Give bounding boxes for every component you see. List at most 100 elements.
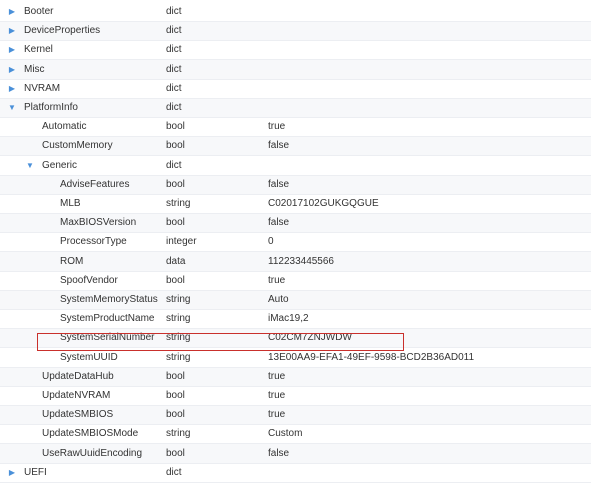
tree-row[interactable]: MLB string C02017102GUKGQGUE	[0, 194, 591, 214]
row-type: dict	[166, 82, 182, 94]
row-value[interactable]: true	[268, 117, 285, 137]
row-separator	[0, 405, 591, 406]
row-value[interactable]: false	[268, 213, 289, 233]
row-type: dict	[166, 6, 182, 17]
row-separator	[0, 366, 591, 368]
row-type: bool	[166, 390, 185, 401]
row-type: string	[166, 428, 191, 440]
row-separator	[0, 174, 591, 176]
row-type: string	[166, 294, 191, 305]
row-separator	[0, 21, 591, 22]
row-type: bool	[166, 178, 185, 190]
disclosure-collapsed-icon[interactable]: ▶	[6, 79, 18, 99]
row-value[interactable]: 112233445566	[268, 252, 334, 272]
row-type: bool	[166, 370, 185, 382]
tree-row[interactable]: UpdateDataHub bool true	[0, 366, 591, 387]
row-value[interactable]: 0	[268, 232, 274, 252]
row-type: string	[166, 351, 191, 363]
row-value[interactable]: true	[268, 367, 285, 387]
row-separator	[0, 481, 591, 483]
tree-row[interactable]: ▶ DeviceProperties dict	[0, 21, 591, 42]
row-separator	[0, 347, 591, 349]
row-type: bool	[166, 409, 185, 421]
row-separator	[0, 424, 591, 426]
row-separator	[0, 385, 591, 387]
row-key: PlatformInfo	[24, 102, 78, 113]
tree-row[interactable]: CustomMemory bool false	[0, 136, 591, 157]
tree-row[interactable]: Automatic bool true	[0, 117, 591, 138]
disclosure-expanded-icon[interactable]: ▼	[6, 98, 18, 118]
disclosure-expanded-icon[interactable]: ▼	[24, 156, 36, 176]
row-type: bool	[166, 121, 185, 133]
row-value[interactable]: 13E00AA9-EFA1-49EF-9598-BCD2B36AD011	[268, 348, 474, 368]
row-value[interactable]: true	[268, 386, 285, 406]
row-key: Kernel	[24, 44, 53, 56]
tree-row[interactable]: ▶ Misc dict	[0, 59, 591, 80]
tree-row[interactable]: SystemProductName string iMac19,2	[0, 309, 591, 330]
row-value[interactable]: true	[268, 271, 285, 291]
tree-row[interactable]: ▶ UEFI dict	[0, 463, 591, 483]
row-key: SystemUUID	[60, 351, 118, 363]
row-key: UpdateDataHub	[42, 370, 114, 382]
row-key: Generic	[42, 159, 78, 171]
row-separator	[0, 462, 591, 464]
disclosure-collapsed-icon[interactable]: ▶	[6, 463, 18, 483]
row-type: bool	[166, 274, 185, 286]
row-separator	[0, 270, 591, 272]
row-value[interactable]: Auto	[268, 290, 289, 310]
row-separator	[0, 59, 591, 61]
row-key: ROM	[60, 255, 84, 267]
tree-row[interactable]: MaxBIOSVersion bool false	[0, 213, 591, 234]
row-value[interactable]: C02CM7ZNJWDW	[268, 328, 352, 348]
row-separator	[0, 232, 591, 234]
tree-row[interactable]: ▼ Generic dict	[0, 156, 591, 176]
row-key: CustomMemory	[42, 140, 113, 152]
tree-row[interactable]: SystemMemoryStatus string Auto	[0, 290, 591, 310]
row-type: integer	[166, 236, 197, 248]
row-key: SystemMemoryStatus	[60, 294, 158, 305]
row-value[interactable]: true	[268, 405, 285, 425]
row-separator	[0, 136, 591, 138]
tree-row[interactable]: AdviseFeatures bool false	[0, 174, 591, 195]
tree-row[interactable]: ProcessorType integer 0	[0, 232, 591, 253]
row-key: NVRAM	[24, 82, 61, 94]
row-type: dict	[166, 102, 182, 113]
row-key: UpdateNVRAM	[42, 390, 111, 401]
row-separator	[0, 328, 591, 330]
tree-row[interactable]: ▶ Kernel dict	[0, 40, 591, 61]
row-separator	[0, 443, 591, 445]
tree-row[interactable]: ▼ PlatformInfo dict	[0, 98, 591, 118]
row-type: string	[166, 332, 191, 344]
tree-row[interactable]: SystemSerialNumber string C02CM7ZNJWDW	[0, 328, 591, 349]
row-value[interactable]: false	[268, 175, 289, 195]
row-separator	[0, 251, 591, 253]
tree-row[interactable]: ROM data 112233445566	[0, 251, 591, 272]
row-key: AdviseFeatures	[60, 178, 130, 190]
tree-row[interactable]: SystemUUID string 13E00AA9-EFA1-49EF-9598-…	[0, 348, 591, 368]
disclosure-collapsed-icon[interactable]: ▶	[6, 60, 18, 80]
disclosure-collapsed-icon[interactable]: ▶	[6, 2, 18, 22]
row-value[interactable]: C02017102GUKGQGUE	[268, 194, 379, 214]
row-value[interactable]: iMac19,2	[268, 309, 309, 329]
row-type: dict	[166, 63, 182, 75]
row-separator	[0, 309, 591, 310]
row-key: UEFI	[24, 466, 47, 478]
tree-row[interactable]: UseRawUuidEncoding bool false	[0, 443, 591, 464]
tree-row[interactable]: UpdateSMBIOSMode string Custom	[0, 424, 591, 445]
disclosure-collapsed-icon[interactable]: ▶	[6, 40, 18, 60]
row-key: MLB	[60, 198, 81, 209]
row-separator	[0, 117, 591, 118]
plist-tree: ▶ UEFI dict UseRawUuidEncoding bool false Upda…	[0, 0, 591, 486]
row-value[interactable]: false	[268, 444, 289, 464]
row-separator	[0, 40, 591, 42]
tree-row[interactable]: ▶ NVRAM dict	[0, 79, 591, 99]
tree-row[interactable]: SpoofVendor bool true	[0, 271, 591, 291]
row-value[interactable]: false	[268, 136, 289, 156]
disclosure-collapsed-icon[interactable]: ▶	[6, 21, 18, 41]
row-type: string	[166, 313, 191, 325]
tree-row[interactable]: UpdateSMBIOS bool true	[0, 405, 591, 426]
tree-row[interactable]: UpdateNVRAM bool true	[0, 386, 591, 406]
tree-row[interactable]: ▶ Booter dict	[0, 2, 591, 22]
row-value[interactable]: Custom	[268, 424, 302, 444]
row-key: Automatic	[42, 121, 87, 133]
